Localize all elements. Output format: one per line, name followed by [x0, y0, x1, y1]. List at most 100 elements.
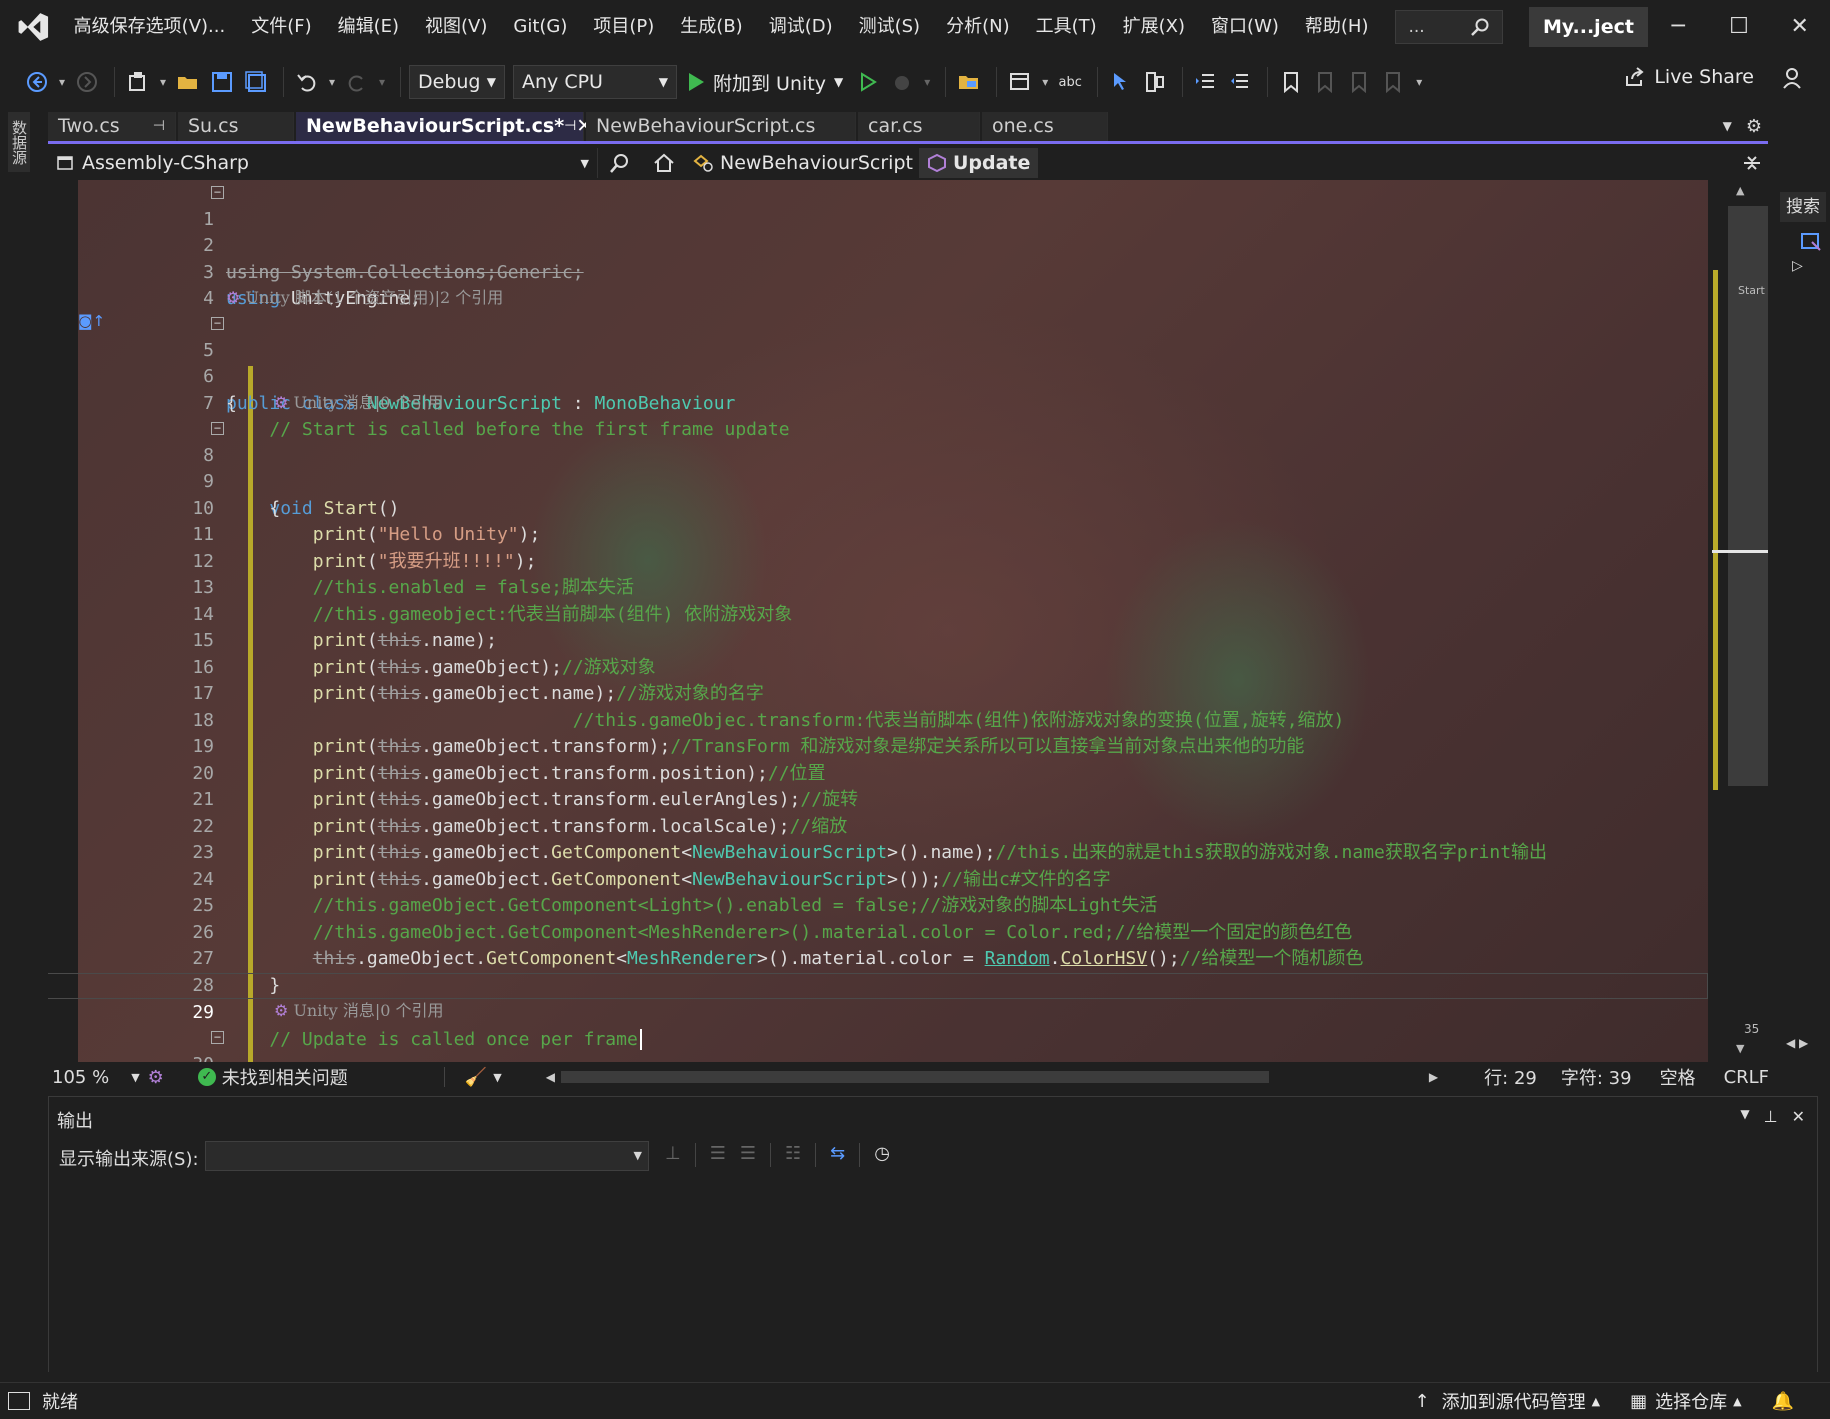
chevron-down-icon[interactable]: ▼ — [493, 1071, 501, 1084]
clear-all-icon[interactable]: ☷ — [785, 1143, 801, 1167]
clear-bookmarks-icon[interactable] — [1378, 67, 1408, 97]
close-icon[interactable]: ✕ — [1792, 1107, 1805, 1126]
new-project-icon[interactable] — [123, 67, 153, 97]
tab-two-cs[interactable]: Two.cs ⊣ — [48, 112, 176, 141]
notification-bell-icon[interactable]: 🔔 — [1772, 1391, 1794, 1412]
tab-newbehaviourscript-modified[interactable]: NewBehaviourScript.cs* ⊣ ✕ — [296, 112, 592, 141]
attach-to-unity-button[interactable]: 附加到 Unity ▼ — [685, 69, 843, 96]
chevron-down-icon[interactable]: ▼ — [834, 75, 843, 89]
find-message-icon[interactable]: ⊥ — [665, 1143, 681, 1167]
feedback-icon[interactable] — [1780, 66, 1804, 95]
menu-view[interactable]: 视图(V) — [412, 0, 500, 54]
project-select[interactable]: Assembly-CSharp ▼ — [48, 148, 598, 178]
tab-one-cs[interactable]: one.cs — [982, 112, 1108, 141]
menu-test[interactable]: 测试(S) — [846, 0, 933, 54]
navigate-forward-icon[interactable] — [72, 67, 102, 97]
tab-newbehaviourscript[interactable]: NewBehaviourScript.cs — [586, 112, 856, 141]
redo-icon[interactable] — [342, 67, 372, 97]
spell-check-icon[interactable]: abc — [1055, 67, 1085, 97]
comment-lines-icon[interactable] — [1191, 67, 1221, 97]
class-select[interactable]: NewBehaviourScript — [686, 148, 919, 178]
menu-edit[interactable]: 编辑(E) — [325, 0, 412, 54]
solution-name-badge[interactable]: My...ject — [1528, 7, 1648, 47]
menu-help[interactable]: 帮助(H) — [1292, 0, 1382, 54]
open-folder-icon[interactable] — [173, 67, 203, 97]
horizontal-scrollbar[interactable] — [560, 1071, 1269, 1083]
pin-icon[interactable]: ⊥ — [1764, 1107, 1778, 1126]
menu-file[interactable]: 文件(F) — [238, 0, 324, 54]
dropdown-arrow-icon[interactable]: ▾ — [56, 67, 68, 97]
menu-advanced-save[interactable]: 高级保存选项(V)... — [61, 0, 239, 54]
member-select[interactable]: Update — [918, 148, 1039, 178]
word-wrap-icon[interactable]: ⇆ — [830, 1143, 845, 1167]
undo-icon[interactable] — [292, 67, 322, 97]
select-repository-button[interactable]: 选择仓库 — [1655, 1388, 1727, 1414]
codelens-class[interactable]: ⚙ Unity 脚本(1 个资产引用)|2 个引用 — [226, 285, 503, 311]
save-icon[interactable] — [207, 67, 237, 97]
pin-icon[interactable]: ⊣ — [564, 112, 576, 141]
dropdown-arrow-icon[interactable]: ▾ — [157, 67, 169, 97]
solution-config-select[interactable]: Debug ▼ — [409, 65, 505, 99]
layout-icon[interactable] — [1005, 67, 1035, 97]
home-icon[interactable] — [642, 148, 686, 178]
expand-panel-icon[interactable]: ▷ — [1792, 258, 1812, 278]
collapse-icon[interactable]: − — [211, 186, 224, 199]
menu-build[interactable]: 生成(B) — [667, 0, 755, 54]
dropdown-arrow-icon[interactable]: ▾ — [1039, 67, 1051, 97]
vertical-scrollbar[interactable]: ▲ Start 35 ▼ — [1710, 180, 1772, 1062]
select-element-icon[interactable] — [1106, 67, 1136, 97]
char-indicator[interactable]: 字符: 39 — [1561, 1064, 1632, 1090]
bookmark-icon[interactable] — [1276, 67, 1306, 97]
scroll-up-icon[interactable]: ▲ — [1736, 184, 1744, 197]
close-window-button[interactable]: ✕ — [1769, 0, 1830, 54]
next-bookmark-icon[interactable] — [1344, 67, 1374, 97]
previous-bookmark-icon[interactable] — [1310, 67, 1340, 97]
clock-icon[interactable]: ◷ — [874, 1143, 890, 1167]
collapse-icon[interactable]: − — [211, 1031, 224, 1044]
previous-message-icon[interactable]: ☰ — [710, 1143, 726, 1167]
maximize-button[interactable]: ☐ — [1709, 0, 1770, 54]
codelens-update[interactable]: ⚙ Unity 消息|0 个引用 — [274, 998, 444, 1024]
toolbar-overflow-icon[interactable]: ▾ — [1412, 67, 1426, 97]
add-source-control-button[interactable]: 添加到源代码管理 — [1442, 1388, 1586, 1414]
dropdown-arrow-icon[interactable]: ▾ — [376, 67, 388, 97]
tab-su-cs[interactable]: Su.cs — [178, 112, 294, 141]
eol-indicator[interactable]: CRLF — [1724, 1067, 1769, 1088]
minimize-button[interactable]: ─ — [1648, 0, 1709, 54]
gear-icon[interactable]: ⚙ — [1746, 112, 1762, 141]
chevron-up-icon[interactable]: ▲ — [1592, 1395, 1600, 1408]
codelens-start[interactable]: ⚙ Unity 消息|0 个引用 — [274, 390, 444, 416]
next-message-icon[interactable]: ☰ — [740, 1143, 756, 1167]
scroll-left-icon[interactable]: ◀ — [546, 1070, 555, 1084]
tab-list-dropdown-icon[interactable]: ▼ — [1723, 112, 1732, 141]
intellicode-icon[interactable]: ⚙ — [148, 1067, 164, 1088]
menu-tools[interactable]: 工具(T) — [1023, 0, 1110, 54]
toolbox-icon[interactable] — [1800, 230, 1822, 257]
code-editor[interactable]: ◙↑ 1 − using System.Collections; 2 using… — [48, 180, 1708, 1062]
output-source-select[interactable]: ▼ — [205, 1141, 649, 1171]
issues-text[interactable]: 未找到相关问题 — [222, 1064, 348, 1090]
tab-car-cs[interactable]: car.cs — [858, 112, 980, 141]
scroll-down-icon[interactable]: ▼ — [1736, 1042, 1744, 1055]
data-source-tab[interactable]: 数据源 — [8, 112, 30, 172]
solution-platform-select[interactable]: Any CPU ▼ — [513, 65, 677, 99]
live-share-button[interactable]: Live Share — [1624, 66, 1754, 88]
search-side-tab[interactable]: 搜索 — [1780, 192, 1826, 222]
split-editor-icon[interactable] — [1732, 148, 1772, 178]
line-indicator[interactable]: 行: 29 — [1484, 1064, 1537, 1090]
pin-icon[interactable]: ⊣ — [153, 112, 165, 141]
scroll-right-icon[interactable]: ▶ — [1429, 1070, 1438, 1084]
search-icon[interactable] — [598, 148, 642, 178]
collapse-icon[interactable]: − — [211, 422, 224, 435]
menu-project[interactable]: 项目(P) — [580, 0, 667, 54]
feature-search-box[interactable]: ... — [1395, 10, 1503, 44]
scroll-left-icon[interactable]: ◀ ▶ — [1786, 1036, 1808, 1050]
hot-reload-icon[interactable] — [887, 67, 917, 97]
zoom-level[interactable]: 105 % — [52, 1067, 109, 1088]
menu-analyze[interactable]: 分析(N) — [933, 0, 1023, 54]
collapse-icon[interactable]: − — [211, 317, 224, 330]
menu-extensions[interactable]: 扩展(X) — [1110, 0, 1198, 54]
indent-indicator[interactable]: 空格 — [1660, 1064, 1696, 1090]
menu-window[interactable]: 窗口(W) — [1198, 0, 1292, 54]
save-all-icon[interactable] — [241, 67, 271, 97]
